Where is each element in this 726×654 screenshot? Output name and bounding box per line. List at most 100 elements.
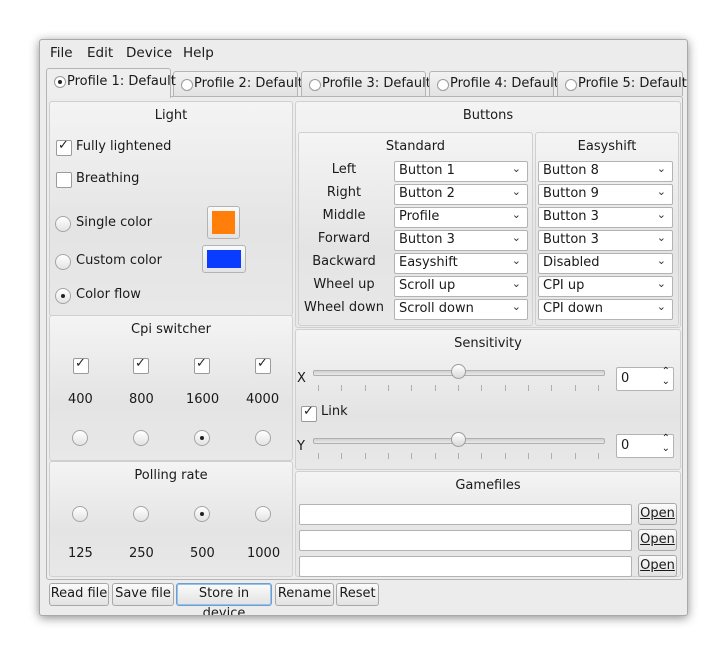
slider-tick <box>551 453 553 459</box>
menu-edit[interactable]: Edit <box>87 45 113 61</box>
standard-action-select[interactable]: Scroll down ⌄ <box>394 299 528 320</box>
link-checkbox[interactable] <box>301 404 317 422</box>
rename-button[interactable]: Rename <box>275 583 334 606</box>
open-label: Open <box>640 506 675 521</box>
easyshift-action-select[interactable]: Button 8 ⌄ <box>538 161 673 182</box>
profile-radio-icon[interactable] <box>309 79 321 91</box>
cpi-400-radio[interactable] <box>72 430 88 446</box>
breathing-checkbox[interactable] <box>56 172 72 188</box>
spin-down-icon[interactable]: ⌄ <box>662 376 670 387</box>
standard-action-select[interactable]: Profile ⌄ <box>394 207 528 228</box>
cpi-1600-radio[interactable] <box>194 430 210 446</box>
tab-profile-2[interactable]: Profile 2: Default <box>173 71 303 96</box>
fully-lightened-label: Fully lightened <box>76 139 172 154</box>
gamefile-path-input[interactable] <box>299 504 632 525</box>
polling-500-radio[interactable] <box>194 506 210 522</box>
cpi-4000-checkbox[interactable] <box>255 356 271 374</box>
polling-125-radio[interactable] <box>72 506 88 522</box>
spin-down-icon[interactable]: ⌄ <box>662 443 670 454</box>
custom-color-radio[interactable] <box>55 254 71 270</box>
profile-radio-icon[interactable] <box>437 79 449 91</box>
gamefile-path-input[interactable] <box>299 530 632 551</box>
button-row-label: Middle <box>322 208 366 223</box>
slider-tick <box>388 385 389 391</box>
cpi-value-1600: 1600 <box>186 392 220 407</box>
single-color-button[interactable] <box>207 206 240 239</box>
tab-profile-4[interactable]: Profile 4: Default <box>429 71 559 96</box>
standard-action-select[interactable]: Button 3 ⌄ <box>394 230 528 251</box>
y-slider-handle[interactable] <box>451 432 466 447</box>
cpi-value-4000: 4000 <box>246 392 280 407</box>
standard-action-select[interactable]: Easyshift ⌄ <box>394 253 528 274</box>
easyshift-action-select[interactable]: Button 3 ⌄ <box>538 230 673 251</box>
slider-tick <box>318 453 319 459</box>
y-sensitivity-spinbox[interactable]: 0 ⌃ ⌄ <box>616 433 674 458</box>
profile-radio-icon[interactable] <box>565 79 577 91</box>
polling-250-radio[interactable] <box>133 506 149 522</box>
save-file-button[interactable]: Save file <box>112 583 174 606</box>
slider-tick <box>504 385 506 391</box>
custom-color-button[interactable] <box>202 245 246 273</box>
gamefile-path-input[interactable] <box>299 556 632 577</box>
read-file-label: Read file <box>50 586 108 601</box>
slider-tick <box>411 385 413 391</box>
easyshift-action-select[interactable]: CPI up ⌄ <box>538 276 673 297</box>
color-flow-radio[interactable] <box>55 288 71 304</box>
slider-tick <box>504 453 506 459</box>
menu-help[interactable]: Help <box>183 45 214 61</box>
cpi-400-checkbox[interactable] <box>73 356 89 374</box>
cpi-800-checkbox[interactable] <box>133 356 149 374</box>
slider-tick <box>481 385 483 391</box>
cpi-switcher-group: Cpi switcher 400 800 1600 4000 <box>49 315 293 461</box>
button-row-label: Right <box>326 185 362 200</box>
x-slider-handle[interactable] <box>451 364 466 379</box>
slider-tick <box>481 453 483 459</box>
polling-1000-radio[interactable] <box>255 506 271 522</box>
custom-color-swatch <box>207 250 241 268</box>
fully-lightened-checkbox[interactable] <box>56 138 72 156</box>
profile-radio-icon[interactable] <box>54 76 66 88</box>
tab-profile-5[interactable]: Profile 5: Default <box>557 71 687 96</box>
standard-action-select[interactable]: Button 2 ⌄ <box>394 184 528 205</box>
menu-file[interactable]: File <box>50 45 73 61</box>
slider-tick <box>364 385 366 391</box>
profile-radio-icon[interactable] <box>181 79 193 91</box>
slider-tick <box>598 385 599 391</box>
y-sensitivity-value: 0 <box>621 438 630 453</box>
chevron-down-icon: ⌄ <box>511 300 521 313</box>
easyshift-action-select[interactable]: Button 3 ⌄ <box>538 207 673 228</box>
gamefiles-group: Gamefiles Open Open Open <box>295 471 681 577</box>
easyshift-action-select[interactable]: CPI down ⌄ <box>538 299 673 320</box>
store-in-device-button[interactable]: Store in device <box>176 583 272 615</box>
button-row-label: Backward <box>312 254 376 269</box>
tab-profile-1[interactable]: Profile 1: Default <box>46 68 176 98</box>
cpi-1600-checkbox[interactable] <box>194 356 210 374</box>
chevron-down-icon: ⌄ <box>656 208 666 221</box>
easyshift-action-select[interactable]: Disabled ⌄ <box>538 253 673 274</box>
standard-action-select[interactable]: Button 1 ⌄ <box>394 161 528 182</box>
standard-action-select[interactable]: Scroll up ⌄ <box>394 276 528 297</box>
select-value: Button 2 <box>399 186 455 201</box>
tab-profile-3[interactable]: Profile 3: Default <box>301 71 431 96</box>
cpi-4000-radio[interactable] <box>255 430 271 446</box>
open-gamefile-button[interactable]: Open <box>638 529 677 551</box>
x-sensitivity-spinbox[interactable]: 0 ⌃ ⌄ <box>616 366 674 391</box>
open-gamefile-button[interactable]: Open <box>638 503 677 525</box>
reset-button[interactable]: Reset <box>336 583 379 606</box>
cpi-800-radio[interactable] <box>133 430 149 446</box>
menu-device[interactable]: Device <box>126 45 172 61</box>
slider-tick <box>318 385 319 391</box>
select-value: Button 3 <box>543 232 599 247</box>
cpi-value-800: 800 <box>129 392 154 407</box>
link-label: Link <box>321 404 348 419</box>
menubar: File Edit Device Help <box>40 40 687 66</box>
single-color-radio[interactable] <box>55 216 71 232</box>
easyshift-action-select[interactable]: Button 9 ⌄ <box>538 184 673 205</box>
read-file-button[interactable]: Read file <box>49 583 109 606</box>
slider-tick <box>528 453 529 459</box>
open-gamefile-button[interactable]: Open <box>638 555 677 577</box>
buttons-group: Buttons Standard Easyshift Left Button 1 ⌄… <box>295 101 681 328</box>
x-sensitivity-value: 0 <box>621 371 630 386</box>
standard-title: Standard <box>385 139 446 154</box>
slider-tick <box>458 385 459 391</box>
